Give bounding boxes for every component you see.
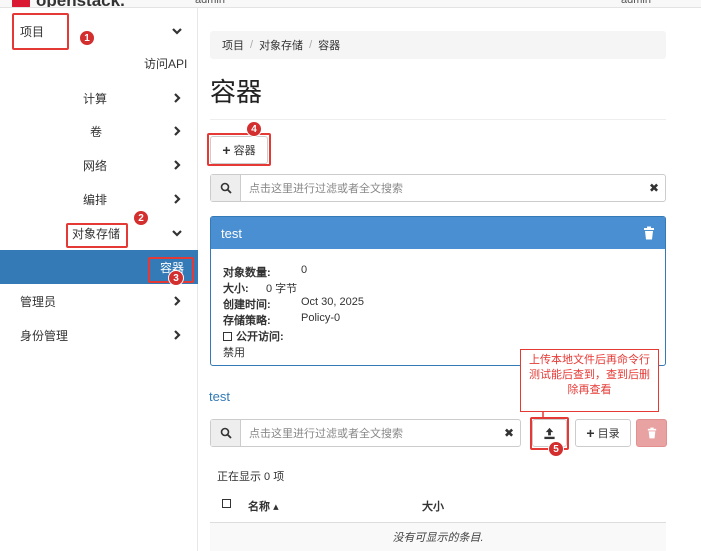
chevron-right-icon: [170, 328, 184, 342]
breadcrumb: 项目 / 对象存储 / 容器: [210, 31, 666, 59]
sidebar-item-identity[interactable]: 身份管理: [0, 318, 198, 352]
public-access-checkbox[interactable]: 公开访问:: [223, 328, 284, 344]
sidebar-item-label: 卷: [90, 124, 103, 139]
breadcrumb-object-store[interactable]: 对象存储: [259, 37, 303, 53]
trash-icon[interactable]: [643, 226, 655, 240]
public-access-status: 禁用: [223, 347, 245, 359]
sidebar-item-compute[interactable]: 计算: [0, 81, 198, 115]
search-icon: [211, 420, 241, 446]
chevron-right-icon: [170, 294, 184, 308]
chevron-right-icon: [170, 91, 184, 105]
object-count-value: 0: [301, 264, 308, 276]
delete-objects-button[interactable]: [636, 419, 667, 447]
select-all-checkbox[interactable]: [222, 498, 235, 510]
annotation-box-add-container: [207, 133, 271, 166]
container-name: test: [221, 225, 242, 241]
container-search-input[interactable]: 点击这里进行过滤或者全文搜索: [241, 180, 643, 196]
annotation-box-object-store: [66, 223, 128, 248]
sidebar-item-label: 网络: [83, 158, 108, 173]
create-folder-button[interactable]: + 目录: [575, 419, 631, 447]
sidebar-item-label: 身份管理: [20, 328, 69, 343]
annotation-badge-3: 3: [168, 270, 184, 286]
sidebar-item-label: 管理员: [20, 294, 57, 309]
chevron-down-icon: [170, 226, 184, 240]
sort-asc-icon: ▴: [273, 501, 279, 513]
sidebar-item-orchestration[interactable]: 编排: [0, 182, 198, 216]
breadcrumb-project[interactable]: 项目: [222, 37, 244, 53]
sidebar-item-volumes[interactable]: 卷: [0, 114, 198, 148]
clear-search-icon[interactable]: ✖: [498, 426, 520, 440]
page-title: 容器: [210, 77, 263, 107]
logo-text[interactable]: openstack.: [36, 0, 125, 7]
policy-value: Policy-0: [301, 312, 341, 324]
object-count-row: 对象数量:: [223, 267, 271, 279]
chevron-down-icon: [170, 24, 184, 38]
breadcrumb-containers: 容器: [318, 40, 341, 52]
openstack-logo-icon[interactable]: [12, 0, 30, 7]
annotation-box-project: [12, 13, 69, 50]
trash-icon: [647, 427, 656, 439]
item-count-text: 正在显示 0 项: [217, 471, 285, 483]
project-selector[interactable]: admin: [195, 0, 225, 6]
container-link[interactable]: test: [209, 389, 230, 404]
sidebar-item-label: 访问API: [144, 56, 188, 71]
policy-label: 存储策略:: [223, 315, 271, 327]
created-label: 创建时间:: [223, 299, 271, 311]
annotation-badge-5: 5: [548, 441, 564, 457]
divider: [210, 119, 666, 120]
sidebar-item-admin[interactable]: 管理员: [0, 284, 198, 318]
container-search: 点击这里进行过滤或者全文搜索 ✖: [210, 174, 666, 202]
sidebar-item-label: 编排: [83, 192, 108, 207]
created-value: Oct 30, 2025: [301, 296, 364, 308]
search-icon: [211, 175, 241, 201]
annotation-badge-4: 4: [246, 121, 262, 137]
container-panel: test 对象数量: 0 大小: 0 字节 创建时间: Oct 30, 2025…: [210, 216, 666, 366]
annotation-badge-2: 2: [133, 210, 149, 226]
sidebar-item-access-api[interactable]: 访问API: [0, 46, 198, 80]
clear-search-icon[interactable]: ✖: [643, 181, 665, 195]
empty-table-row: 没有可显示的条目.: [210, 522, 666, 551]
container-panel-header[interactable]: test: [211, 217, 665, 249]
sidebar-item-label: 计算: [83, 91, 108, 106]
annotation-callout: 上传本地文件后再命令行测试能后查到，查到后删除再查看: [520, 349, 659, 412]
size-value: 0 字节: [266, 283, 298, 295]
object-search-input[interactable]: 点击这里进行过滤或者全文搜索: [241, 425, 498, 441]
column-header-name[interactable]: 名称 ▴: [248, 498, 279, 514]
size-label: 大小:: [223, 283, 249, 295]
plus-icon: +: [586, 425, 595, 441]
create-folder-label: 目录: [597, 428, 620, 440]
column-header-size[interactable]: 大小: [422, 498, 444, 514]
chevron-right-icon: [170, 158, 184, 172]
page: openstack. admin admin 项目 访问API 计算 卷 网络 …: [0, 0, 701, 551]
sidebar-item-network[interactable]: 网络: [0, 148, 198, 182]
chevron-right-icon: [170, 192, 184, 206]
top-navbar: openstack. admin admin: [0, 0, 701, 8]
annotation-badge-1: 1: [79, 30, 95, 46]
object-search: 点击这里进行过滤或者全文搜索 ✖: [210, 419, 521, 447]
chevron-right-icon: [170, 124, 184, 138]
user-menu[interactable]: admin: [621, 0, 651, 6]
